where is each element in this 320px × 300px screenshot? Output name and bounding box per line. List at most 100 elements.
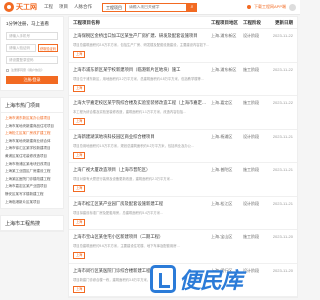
project-table: 工程项目名称 工程项目地区 工程阶段 更新日期 上海保税区金桥出口加工区某生产厂… <box>68 16 298 298</box>
row-name[interactable]: 上海新建湖滨地块科技园区商业综合楼项目 <box>73 134 211 140</box>
sidebar: 1分钟注册，马上查看 请输入手机号 请输入验证码 获取验证码 请设置登录密码 注… <box>0 16 64 233</box>
row-desc: 项目总用地面积约1.5万平方米，规划总建筑面积约6.2万平方米，包括商业及办公… <box>73 143 195 148</box>
list-item[interactable]: 上海某工业园区厂房建设工程 <box>5 168 59 176</box>
logo-mark-icon <box>4 2 14 12</box>
row-name[interactable]: 上海广视大厦改造项目（上海市普陀区） <box>73 167 211 173</box>
row-date: 2023-11-20 <box>272 234 293 239</box>
row-desc: 本工程为综合楼及实验室装修改造，建筑面积约1.1万平方米，改造内容包括… <box>73 110 187 114</box>
row-date: 2023-11-22 <box>272 33 293 38</box>
row-date: 2023-11-22 <box>272 66 293 72</box>
phone-field[interactable]: 请输入手机号 <box>6 32 58 40</box>
row-tag[interactable]: 上海 <box>73 252 86 259</box>
table-row[interactable]: 上海大学嘉定校区某学院综合楼及实验室装修改造工程（上海市嘉定区） 上海-嘉定区 … <box>69 96 297 130</box>
agree-checkbox[interactable] <box>6 68 9 72</box>
logo-text: 天工网 <box>16 4 37 11</box>
header-date: 更新日期 <box>275 19 293 25</box>
password-field[interactable]: 请设置登录密码 <box>6 56 58 64</box>
table-row[interactable]: 上海新建湖滨地块科技园区商业综合楼项目 上海-杨浦区 设计阶段 2023-11-… <box>69 130 297 163</box>
row-tag[interactable]: 上海 <box>73 118 86 125</box>
row-name[interactable]: 上海市浦东新区某学校新建项目（临港新片区地块）施工 <box>73 67 211 73</box>
app-download-icon <box>246 5 251 9</box>
header-region: 工程项目地区 <box>211 19 238 25</box>
row-name[interactable]: 上海市宝山区某住宅小区新建项目（二期工程） <box>73 234 211 240</box>
hot-works-panel: 上海市工程热搜 <box>0 215 64 233</box>
list-item[interactable]: 上海市某地块新建商品住宅项目 <box>5 123 59 131</box>
table-row[interactable]: 上海广视大厦改造项目（上海市普陀区） 上海-普陀区 施工阶段 2023-11-2… <box>69 163 297 197</box>
nav-item-network[interactable]: 人脉合作 <box>74 4 92 10</box>
row-region: 上海-嘉定区 <box>211 100 233 105</box>
search-input[interactable] <box>125 2 187 12</box>
hot-works-title: 上海市工程热搜 <box>1 216 63 232</box>
list-item[interactable]: 上海市浦东新区某办公楼项目 <box>5 115 59 123</box>
code-row: 请输入验证码 获取验证码 <box>6 44 58 52</box>
list-item[interactable]: 黄浦区某住宅装修改造项目 <box>5 153 59 161</box>
main-nav: 工程 项目 人脉合作 <box>44 4 92 10</box>
row-date: 2023-11-21 <box>272 133 293 139</box>
avatar[interactable] <box>289 3 296 11</box>
row-stage: 施工阶段 <box>243 167 259 172</box>
list-item[interactable]: 上海临港新片区某项目 <box>5 199 59 207</box>
row-stage: 施工阶段 <box>243 66 259 72</box>
table-row[interactable]: 上海保税区金桥出口加工区某生产厂房扩建、研发及配套设施项目 上海-浦东新区 设计… <box>69 29 297 63</box>
row-desc: 项目总建筑面积约9.6万平方米，主要建设住宅楼、地下车库及配套用房… <box>73 244 180 248</box>
register-box: 1分钟注册，马上查看 请输入手机号 请输入验证码 获取验证码 请设置登录密码 注… <box>0 16 64 91</box>
watermark-text: 便民库 <box>179 269 243 294</box>
nav-item-projects[interactable]: 工程 <box>44 4 53 10</box>
code-field[interactable]: 请输入验证码 <box>6 44 36 52</box>
agree-text: 注册即同意《用户协议》 <box>11 68 45 72</box>
row-desc: 项目总建筑面积约2.6万平方米，包括生产厂房、研发楼及配套设施建设，主要建设内容… <box>73 43 210 47</box>
row-desc: 项目拟建设标准厂房及配套用房，总建筑面积约5.4万平方米… <box>73 210 164 215</box>
row-tag[interactable]: 上海 <box>73 84 86 92</box>
table-header: 工程项目名称 工程项目地区 工程阶段 更新日期 <box>69 17 297 29</box>
register-title: 1分钟注册，马上查看 <box>6 21 50 26</box>
row-name[interactable]: 上海市松江区某产业园厂房及配套设施新建工程 <box>73 201 211 207</box>
list-item[interactable]: 上海市嘉定区某产业园项目 <box>5 183 59 191</box>
row-tag[interactable]: 上海 <box>73 51 86 58</box>
list-item[interactable]: 上海市杨浦区某地块旧改项目 <box>5 161 59 169</box>
get-code-button[interactable]: 获取验证码 <box>38 44 58 52</box>
search-type-select[interactable]: 工程项目 <box>102 2 125 12</box>
row-tag[interactable]: 上海 <box>73 151 86 159</box>
agreement: 注册即同意《用户协议》 <box>6 68 58 72</box>
app-download-link[interactable]: 下载工程网APP端 <box>254 4 286 10</box>
row-stage: 施工阶段 <box>243 234 259 239</box>
search-bar: 工程项目 ⌕ <box>102 2 197 12</box>
row-stage: 设计阶段 <box>243 33 259 38</box>
row-name[interactable]: 上海保税区金桥出口加工区某生产厂房扩建、研发及配套设施项目 <box>73 33 211 39</box>
hot-projects-list: 上海市浦东新区某办公楼项目 上海市某地块新建商品住宅项目 上海松江区某厂房改扩建… <box>1 113 63 208</box>
table-row[interactable]: 上海市浦东新区某学校新建项目（临港新片区地块）施工 上海-浦东新区 施工阶段 2… <box>69 63 297 96</box>
list-item[interactable]: 上海某区医院门诊楼改建工程 <box>5 176 59 184</box>
list-item[interactable]: 上海松江区某厂房改扩建工程 <box>5 130 59 138</box>
search-icon: ⌕ <box>190 4 194 10</box>
list-item[interactable]: 静安区某写字楼新建工程 <box>5 191 59 199</box>
hot-projects-title: 上海市热门项目 <box>1 98 63 113</box>
header-right: 下载工程网APP端 <box>246 3 296 11</box>
register-button[interactable]: 注册/登录 <box>6 76 58 84</box>
row-tag[interactable]: 上海 <box>73 285 86 293</box>
row-tag[interactable]: 上海 <box>73 218 86 226</box>
table-row[interactable]: 上海市松江区某产业园厂房及配套设施新建工程 上海-松江区 设计阶段 2023-1… <box>69 197 297 230</box>
row-region: 上海-松江区 <box>211 200 233 206</box>
site-logo[interactable]: 天工网 <box>4 2 40 12</box>
row-region: 上海-宝山区 <box>211 234 233 239</box>
nav-item-items[interactable]: 项目 <box>59 4 68 10</box>
row-region: 上海-杨浦区 <box>211 133 233 139</box>
row-name[interactable]: 上海大学嘉定校区某学院综合楼及实验室装修改造工程（上海市嘉定区） <box>73 100 211 106</box>
row-date: 2023-11-20 <box>272 267 293 273</box>
row-tag[interactable]: 上海 <box>73 185 86 192</box>
header-name: 工程项目名称 <box>73 19 100 25</box>
row-stage: 设计阶段 <box>243 133 259 139</box>
list-item[interactable]: 上海市徐汇区某学校新建项目 <box>5 145 59 153</box>
row-date: 2023-11-21 <box>272 167 293 172</box>
row-stage: 施工阶段 <box>243 100 259 105</box>
table-row[interactable]: 上海市宝山区某住宅小区新建项目（二期工程） 上海-宝山区 施工阶段 2023-1… <box>69 230 297 264</box>
row-date: 2023-11-21 <box>272 200 293 206</box>
row-stage: 设计阶段 <box>243 200 259 206</box>
row-region: 上海-浦东新区 <box>211 33 237 38</box>
search-button[interactable]: ⌕ <box>187 2 197 12</box>
list-item[interactable]: 上海市某地块新建商业综合体 <box>5 138 59 146</box>
hot-projects-panel: 上海市热门项目 上海市浦东新区某办公楼项目 上海市某地块新建商品住宅项目 上海松… <box>0 97 64 210</box>
row-desc: 项目位于浦东新区，用地面积约3.2万平方米，总建筑面积约4.8万平方米，包括教学… <box>73 76 205 81</box>
watermark-icon <box>150 265 176 293</box>
row-date: 2023-11-22 <box>272 100 293 105</box>
